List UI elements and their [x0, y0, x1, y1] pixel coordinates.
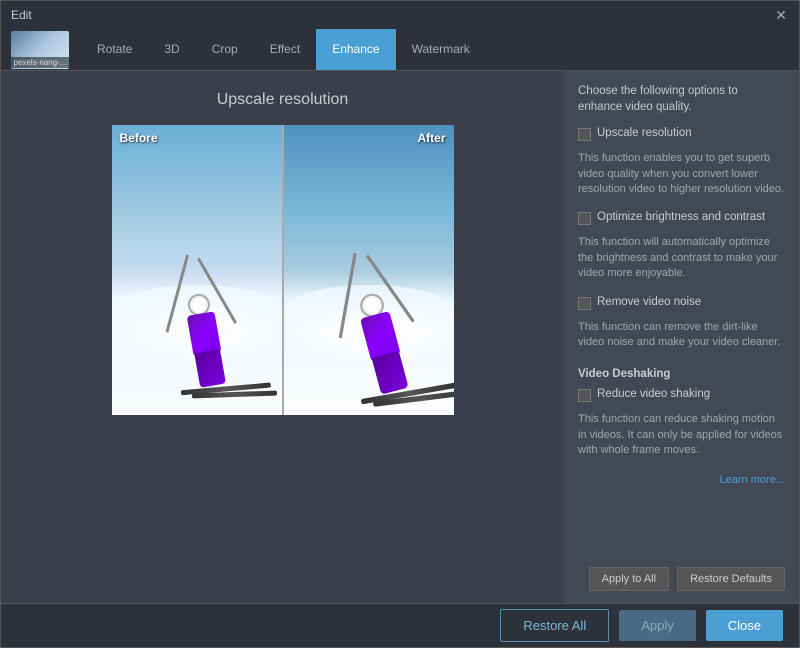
brightness-option-row: Optimize brightness and contrast: [578, 211, 785, 225]
after-panel: After: [284, 125, 454, 415]
deshaking-label: Reduce video shaking: [597, 388, 710, 400]
upscale-checkbox[interactable]: [578, 128, 591, 141]
after-image: [284, 125, 454, 415]
noise-description: This function can remove the dirt-like v…: [578, 320, 785, 351]
upscale-description: This function enables you to get superb …: [578, 151, 785, 197]
bottom-bar: Restore All Apply Close: [1, 603, 799, 647]
brightness-description: This function will automatically optimiz…: [578, 235, 785, 281]
after-label: After: [417, 131, 445, 145]
before-panel: Before: [112, 125, 282, 415]
title-bar-left: Edit: [11, 8, 32, 22]
before-image: [112, 125, 282, 415]
tab-rotate[interactable]: Rotate: [81, 29, 148, 70]
skier-after: [334, 194, 404, 314]
deshaking-description: This function can reduce shaking motion …: [578, 412, 785, 458]
skier-legs-before: [194, 348, 226, 387]
noise-option-row: Remove video noise: [578, 296, 785, 310]
brightness-checkbox[interactable]: [578, 212, 591, 225]
close-icon[interactable]: ✕: [773, 7, 789, 23]
noise-label: Remove video noise: [597, 296, 701, 308]
upscale-option-row: Upscale resolution: [578, 127, 785, 141]
window-title: Edit: [11, 8, 32, 22]
learn-more-link[interactable]: Learn more...: [578, 474, 785, 486]
panel-buttons: Apply to All Restore Defaults: [578, 559, 785, 591]
main-panel: Upscale resolution Before: [1, 71, 564, 603]
deshaking-section-label: Video Deshaking: [578, 368, 785, 380]
video-thumbnail: pexels-nang-...: [11, 31, 69, 69]
apply-button[interactable]: Apply: [619, 610, 696, 641]
noise-checkbox[interactable]: [578, 297, 591, 310]
restore-all-button[interactable]: Restore All: [500, 609, 609, 642]
comparison-view: Before: [112, 125, 454, 415]
close-button[interactable]: Close: [706, 610, 783, 641]
apply-to-all-button[interactable]: Apply to All: [589, 567, 669, 591]
skier-before: [162, 194, 232, 314]
content-area: Upscale resolution Before: [1, 71, 799, 603]
tab-watermark[interactable]: Watermark: [396, 29, 486, 70]
enhance-options-panel: Choose the following options to enhance …: [564, 71, 799, 603]
main-title: Upscale resolution: [217, 91, 349, 109]
tab-enhance[interactable]: Enhance: [316, 29, 395, 70]
tab-3d[interactable]: 3D: [148, 29, 195, 70]
upscale-label: Upscale resolution: [597, 127, 692, 139]
title-bar: Edit ✕: [1, 1, 799, 29]
tab-effect[interactable]: Effect: [254, 29, 316, 70]
thumbnail-label: pexels-nang-...: [11, 57, 69, 68]
tab-bar: pexels-nang-... Rotate 3D Crop Effect En…: [1, 29, 799, 71]
edit-window: Edit ✕ pexels-nang-... Rotate 3D Crop Ef…: [0, 0, 800, 648]
restore-defaults-button[interactable]: Restore Defaults: [677, 567, 785, 591]
before-label: Before: [120, 131, 158, 145]
panel-intro: Choose the following options to enhance …: [578, 83, 785, 115]
pole-right-before: [197, 257, 237, 323]
brightness-label: Optimize brightness and contrast: [597, 211, 765, 223]
deshaking-option-row: Reduce video shaking: [578, 388, 785, 402]
deshaking-checkbox[interactable]: [578, 389, 591, 402]
tab-crop[interactable]: Crop: [196, 29, 254, 70]
